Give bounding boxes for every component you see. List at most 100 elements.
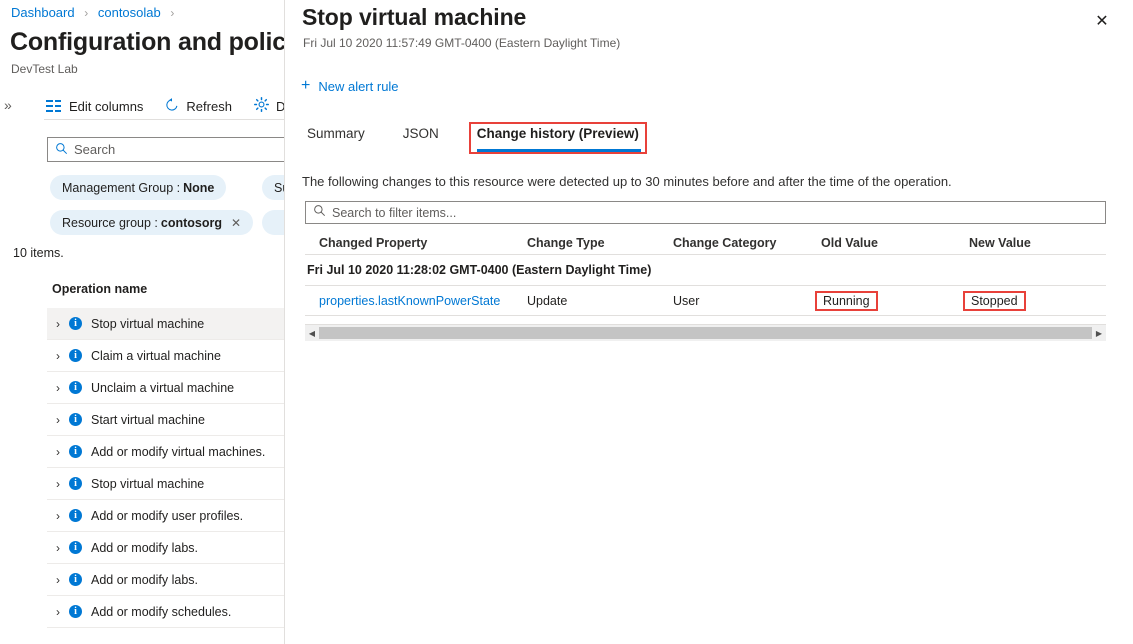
filter-pill-label-2: Su [274, 180, 284, 195]
list-item-label: Unclaim a virtual machine [91, 380, 235, 395]
info-icon: i [69, 349, 82, 362]
filter-pill-resource-group[interactable]: Resource group : contosorg ✕ [50, 210, 254, 235]
list-item-label: Add or modify virtual machines. [91, 444, 266, 459]
list-item[interactable]: › i Stop virtual machine [47, 308, 284, 340]
cell-change-type: Update [527, 293, 568, 308]
chevron-right-icon[interactable]: › [56, 541, 60, 555]
cell-changed-property[interactable]: properties.lastKnownPowerState [305, 294, 513, 308]
list-item-label: Add or modify labs. [91, 540, 198, 555]
info-icon: i [69, 573, 82, 586]
chevron-right-icon[interactable]: › [56, 445, 60, 459]
filter-pill-management-group[interactable]: Management Group : None [50, 175, 227, 200]
chevron-right-icon[interactable]: › [56, 317, 60, 331]
new-alert-rule-button[interactable]: + New alert rule [301, 78, 399, 94]
toolbar-divider [44, 119, 284, 120]
search-input[interactable]: Search [47, 137, 284, 162]
chevron-right-icon[interactable]: › [56, 413, 60, 427]
filter-pill-value: None [183, 180, 215, 195]
list-item-label: Add or modify schedules. [91, 604, 232, 619]
chevron-right-icon[interactable]: › [56, 477, 60, 491]
expand-sidebar-icon[interactable]: » [4, 97, 12, 113]
filter-items-placeholder: Search to filter items... [332, 205, 457, 220]
blade-toolbar: Edit columns Refresh D [44, 94, 284, 118]
tab-change-history[interactable]: Change history (Preview) [468, 122, 647, 154]
tab-json[interactable]: JSON [397, 124, 445, 152]
cell-change-category: User [673, 293, 700, 308]
refresh-button[interactable]: Refresh [163, 95, 242, 118]
list-item-label: Start virtual machine [91, 412, 205, 427]
cell-new-value: Stopped [955, 290, 1105, 311]
filter-items-input[interactable]: Search to filter items... [305, 201, 1106, 224]
filter-pill-value-3: contosorg [160, 215, 222, 230]
filter-pill-label: Management Group : [62, 180, 181, 195]
scrollbar-thumb[interactable] [319, 327, 1092, 339]
table-horizontal-scrollbar[interactable]: ◀ ▶ [305, 324, 1106, 341]
breadcrumb-item-contosolab[interactable]: contosolab [98, 5, 161, 20]
filter-pill-label-3: Resource group : [62, 215, 158, 230]
column-header-old-value[interactable]: Old Value [807, 236, 955, 250]
list-item[interactable]: › i Add or modify labs. [47, 564, 284, 596]
list-item[interactable]: › i Add or modify virtual machines. [47, 436, 284, 468]
info-icon: i [69, 605, 82, 618]
new-value-highlight: Stopped [963, 290, 1026, 311]
info-icon: i [69, 477, 82, 490]
breadcrumb-separator-icon: › [84, 6, 89, 20]
list-item[interactable]: › i Add or modify labs. [47, 532, 284, 564]
panel-tabs: Summary JSON Change history (Preview) [301, 122, 647, 154]
column-header-change-type[interactable]: Change Type [513, 236, 659, 250]
panel-timestamp: Fri Jul 10 2020 11:57:49 GMT-0400 (Easte… [303, 36, 621, 50]
page-title: Configuration and policie [10, 28, 284, 56]
list-item-label: Stop virtual machine [91, 316, 205, 331]
search-placeholder: Search [74, 142, 116, 157]
column-header-changed-property[interactable]: Changed Property [305, 236, 513, 250]
cell-old-value: Running [807, 290, 955, 311]
search-icon [55, 142, 68, 157]
table-header-row: Changed Property Change Type Change Cate… [305, 231, 1106, 255]
edit-columns-button[interactable]: Edit columns [44, 96, 153, 117]
old-value-highlight: Running [815, 290, 878, 311]
tab-summary[interactable]: Summary [301, 124, 371, 152]
info-icon: i [69, 445, 82, 458]
chevron-right-icon[interactable]: › [56, 509, 60, 523]
close-icon[interactable]: ✕ [231, 216, 241, 230]
chevron-right-icon[interactable]: › [56, 573, 60, 587]
info-icon: i [69, 413, 82, 426]
gear-icon [253, 97, 269, 115]
breadcrumb-separator-icon-2: › [170, 6, 175, 20]
list-item[interactable]: › i Start virtual machine [47, 404, 284, 436]
diagnostics-button[interactable]: D [252, 94, 284, 118]
diagnostics-label: D [275, 98, 284, 114]
new-alert-rule-label: New alert rule [318, 78, 399, 94]
table-row[interactable]: properties.lastKnownPowerState Update Us… [305, 286, 1106, 316]
chevron-right-icon[interactable]: › [56, 605, 60, 619]
page-subtitle: DevTest Lab [11, 62, 78, 76]
column-header-change-category[interactable]: Change Category [659, 236, 807, 250]
list-item-label: Claim a virtual machine [91, 348, 221, 363]
list-item[interactable]: › i Unclaim a virtual machine [47, 372, 284, 404]
filter-pill-subscription[interactable]: Su [262, 175, 284, 200]
scroll-left-arrow-icon[interactable]: ◀ [305, 329, 319, 338]
list-item[interactable]: › i Add or modify schedules. [47, 596, 284, 628]
change-history-description: The following changes to this resource w… [302, 174, 952, 189]
info-icon: i [69, 381, 82, 394]
items-count: 10 items. [13, 246, 64, 260]
info-icon: i [69, 509, 82, 522]
scroll-right-arrow-icon[interactable]: ▶ [1092, 329, 1106, 338]
close-icon[interactable]: ✕ [1089, 9, 1115, 35]
operation-list: › i Stop virtual machine › i Claim a vir… [47, 308, 284, 628]
breadcrumb-item-dashboard[interactable]: Dashboard [11, 5, 75, 20]
filter-pill-extra[interactable] [262, 210, 284, 235]
list-item[interactable]: › i Claim a virtual machine [47, 340, 284, 372]
breadcrumb: Dashboard › contosolab › [11, 5, 180, 20]
table-group-row: Fri Jul 10 2020 11:28:02 GMT-0400 (Easte… [305, 255, 1106, 286]
table-group-label: Fri Jul 10 2020 11:28:02 GMT-0400 (Easte… [307, 263, 652, 277]
chevron-right-icon[interactable]: › [56, 381, 60, 395]
edit-columns-label: Edit columns [69, 98, 144, 114]
panel-title: Stop virtual machine [302, 4, 527, 30]
info-icon: i [69, 317, 82, 330]
column-header-new-value[interactable]: New Value [955, 236, 1105, 250]
list-item[interactable]: › i Stop virtual machine [47, 468, 284, 500]
refresh-icon [165, 97, 179, 115]
list-item[interactable]: › i Add or modify user profiles. [47, 500, 284, 532]
chevron-right-icon[interactable]: › [56, 349, 60, 363]
